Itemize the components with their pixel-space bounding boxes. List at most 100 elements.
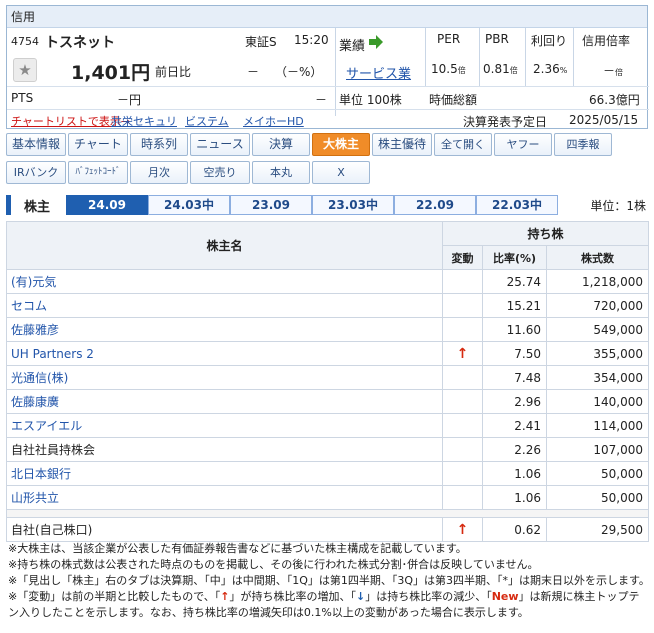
holding-ratio: 15.21 — [482, 293, 547, 318]
tab-news[interactable]: ニュース — [190, 133, 250, 156]
change-indicator — [442, 437, 483, 462]
stock-price: 1,401円 — [71, 62, 151, 84]
holding-ratio: 25.74 — [482, 269, 547, 294]
holder-name: 自社社員持株会 — [6, 437, 443, 462]
tab-shikiho[interactable]: 四季報 — [554, 133, 612, 156]
footnotes: ※大株主は、当該企業が公表した有価証券報告書などに基づいた株主構成を記載していま… — [8, 541, 648, 621]
holder-name[interactable]: UH Partners 2 — [6, 341, 443, 366]
related-broker-1[interactable]: 共栄セキュリ — [111, 113, 177, 129]
tab-basic-info[interactable]: 基本情報 — [6, 133, 66, 156]
tab-chart[interactable]: チャート — [68, 133, 128, 156]
change-indicator — [442, 485, 483, 510]
trading-unit: 単位 100株 — [339, 93, 402, 107]
related-broker-2[interactable]: ビステム — [185, 113, 229, 129]
tab-short-selling[interactable]: 空売り — [190, 161, 250, 184]
tab-x[interactable]: X — [312, 161, 370, 184]
holder-name[interactable]: (有)元気 — [6, 269, 443, 294]
change-indicator — [442, 413, 483, 438]
period-tab-23-03[interactable]: 23.03中 — [312, 195, 394, 215]
share-count: 140,000 — [545, 389, 650, 414]
holding-ratio: 1.06 — [482, 485, 547, 510]
earnings-date: 2025/05/15 — [569, 113, 639, 127]
period-tab-24-09[interactable]: 24.09 — [66, 195, 148, 215]
arrow-right-icon[interactable] — [368, 34, 384, 50]
market-label: 東証S — [245, 35, 277, 49]
change-indicator — [442, 389, 483, 414]
table-row: (有)元気 25.74 1,218,000 — [6, 269, 650, 294]
footnote-5: ン入りしたことを示します。なお、持ち株比率の増減矢印は0.1%以上の変動があった… — [8, 606, 529, 619]
up-arrow-icon: ↑ — [220, 590, 230, 603]
holder-name[interactable]: 山形共立 — [6, 485, 443, 510]
share-count: 354,000 — [545, 365, 650, 390]
holder-name[interactable]: 佐藤雅彦 — [6, 317, 443, 342]
period-tab-24-03[interactable]: 24.03中 — [148, 195, 230, 215]
table-row: 佐藤雅彦 11.60 549,000 — [6, 317, 650, 342]
earnings-date-label: 決算発表予定日 — [463, 115, 548, 129]
favorite-star-icon[interactable]: ★ — [13, 58, 37, 82]
change-indicator — [442, 461, 483, 486]
tab-ir-bank[interactable]: IRバンク — [6, 161, 66, 184]
pbr-label: PBR — [485, 32, 509, 46]
tab-shareholder-benefits[interactable]: 株主優待 — [372, 133, 432, 156]
yield-value: 2.36% — [533, 62, 568, 76]
holder-name: 自社(自己株口) — [6, 517, 443, 542]
tab-buffett-code[interactable]: ﾊﾞﾌｪｯﾄｺｰﾄﾞ — [68, 161, 128, 184]
pbr-value: 0.81倍 — [483, 62, 518, 76]
change-indicator — [442, 293, 483, 318]
holding-ratio: 2.41 — [482, 413, 547, 438]
holding-ratio: 7.48 — [482, 365, 547, 390]
price-change: － — [247, 65, 260, 79]
table-row: 佐藤康廣 2.96 140,000 — [6, 389, 650, 414]
change-indicator — [442, 365, 483, 390]
header-change: 変動 — [442, 245, 483, 270]
section-marker — [6, 195, 11, 215]
share-count: 50,000 — [545, 485, 650, 510]
header-holder-name: 株主名 — [6, 221, 443, 270]
tab-yahoo[interactable]: ヤフー — [494, 133, 552, 156]
tab-major-shareholders[interactable]: 大株主 — [312, 133, 370, 156]
table-row: 山形共立 1.06 50,000 — [6, 485, 650, 510]
share-count: 50,000 — [545, 461, 650, 486]
share-count: 107,000 — [545, 437, 650, 462]
footnote-2: ※持ち株の株式数は公表された時点のものを掲載し、その後に行われた株式分割･併合は… — [8, 558, 539, 571]
market-cap-label: 時価総額 — [429, 93, 478, 107]
change-indicator — [442, 269, 483, 294]
share-count: 355,000 — [545, 341, 650, 366]
table-row: エスアイエル 2.41 114,000 — [6, 413, 650, 438]
table-row: 光通信(株) 7.48 354,000 — [6, 365, 650, 390]
period-tab-23-09[interactable]: 23.09 — [230, 195, 312, 215]
section-title: 株主 — [24, 200, 51, 215]
margin-ratio-value: －倍 — [603, 64, 624, 78]
up-arrow-icon: ↑ — [442, 341, 483, 366]
price-time: 15:20 — [294, 33, 329, 47]
related-broker-3[interactable]: メイホーHD — [243, 113, 304, 129]
holder-name[interactable]: 佐藤康廣 — [6, 389, 443, 414]
price-change-pct: （－%） — [275, 65, 323, 79]
gyoseki-label: 業績 — [339, 39, 366, 54]
table-spacer — [5, 509, 650, 518]
tab-open-all[interactable]: 全て開く — [434, 133, 492, 156]
holder-name[interactable]: 北日本銀行 — [6, 461, 443, 486]
header-holdings: 持ち株 — [441, 221, 650, 246]
margin-header: 信用 — [7, 6, 647, 28]
share-count: 720,000 — [545, 293, 650, 318]
sector-link[interactable]: サービス業 — [346, 63, 411, 82]
tab-time-series[interactable]: 時系列 — [130, 133, 188, 156]
holding-ratio: 0.62 — [482, 517, 547, 542]
self-held-row: 自社(自己株口) ↑ 0.62 29,500 — [6, 517, 650, 542]
footnote-3: ※「見出し「株主」右のタブは決算期、「中」は中間期、「1Q」は第1四半期、「3Q… — [8, 574, 648, 587]
new-badge: New — [491, 590, 519, 603]
period-tab-22-09[interactable]: 22.09 — [394, 195, 476, 215]
tab-monthly[interactable]: 月次 — [130, 161, 188, 184]
pts-change: － — [315, 93, 328, 107]
holder-name[interactable]: エスアイエル — [6, 413, 443, 438]
prev-day-label: 前日比 — [155, 65, 192, 79]
period-tab-22-03[interactable]: 22.03中 — [476, 195, 558, 215]
share-count: 29,500 — [545, 517, 650, 542]
stock-info-panel: 信用 4754 トスネット 東証S 15:20 ★ 1,401円 前日比 － （… — [6, 5, 649, 129]
tab-honmaru[interactable]: 本丸 — [252, 161, 310, 184]
tab-earnings[interactable]: 決算 — [252, 133, 310, 156]
holder-name[interactable]: セコム — [6, 293, 443, 318]
change-indicator — [442, 317, 483, 342]
holder-name[interactable]: 光通信(株) — [6, 365, 443, 390]
